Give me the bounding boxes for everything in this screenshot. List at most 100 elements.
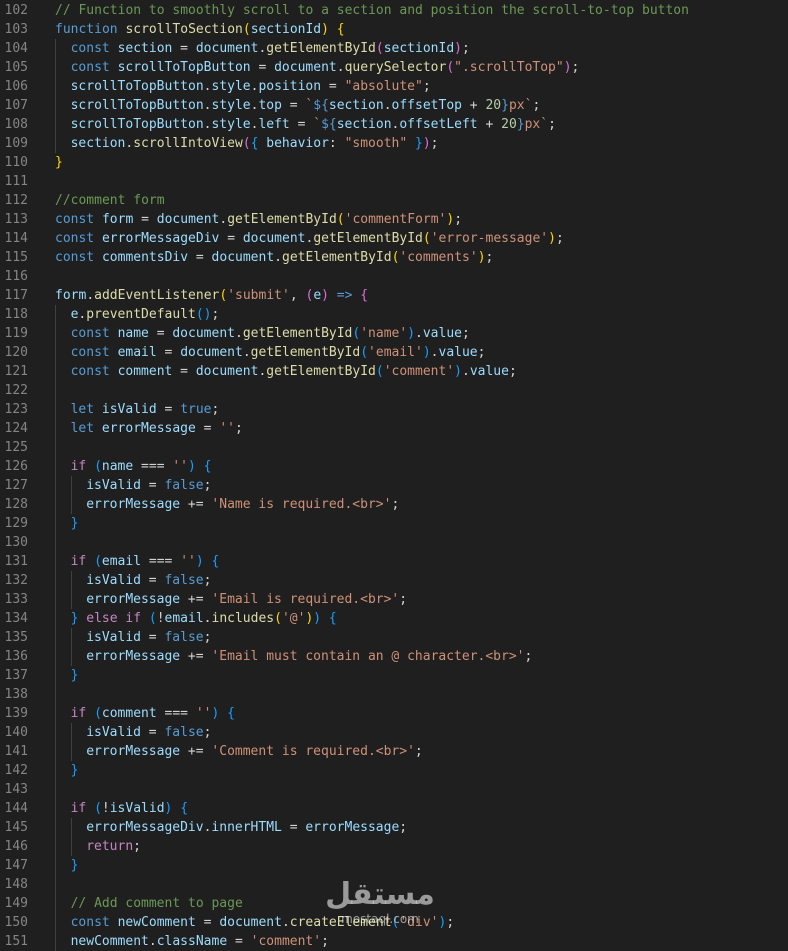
code-token: ; — [234, 421, 243, 436]
code-line[interactable]: 120 const email = document.getElementById… — [0, 343, 788, 362]
code-line[interactable]: 145 errorMessageDiv.innerHTML = errorMess… — [0, 818, 788, 837]
code-line[interactable]: 102 // Function to smoothly scroll to a s… — [0, 1, 788, 20]
indent-guide — [55, 39, 56, 58]
code-text: newComment.className = 'comment'; — [71, 932, 329, 951]
code-line[interactable]: 106 scrollToTopButton.style.position = "a… — [0, 77, 788, 96]
code-line[interactable]: 142} — [0, 761, 788, 780]
code-token: ( — [242, 136, 251, 151]
code-token: = — [281, 820, 306, 835]
code-line[interactable]: 132 isValid = false; — [0, 571, 788, 590]
code-editor[interactable]: 102 // Function to smoothly scroll to a s… — [0, 0, 788, 951]
code-line[interactable]: 112 //comment form — [0, 191, 788, 210]
code-line[interactable]: 146 return; — [0, 837, 788, 856]
code-line[interactable]: 123 let isValid = true; — [0, 400, 788, 419]
code-line[interactable]: 125 — [0, 438, 788, 457]
code-token: if — [70, 554, 87, 569]
code-line[interactable]: 138 — [0, 685, 788, 704]
code-line[interactable]: 113 const form = document.getElementById(… — [0, 210, 788, 229]
code-token: 'Email is required.<br>' — [211, 592, 400, 607]
code-line[interactable]: 107 scrollToTopButton.style.top = `${sect… — [0, 96, 788, 115]
code-line[interactable]: 116 — [0, 267, 788, 286]
code-token: getElementById — [282, 250, 392, 265]
code-line[interactable]: 143 — [0, 780, 788, 799]
line-number: 122 — [4, 383, 28, 398]
code-line[interactable]: 144 if (!isValid) { — [0, 799, 788, 818]
code-token: left — [258, 117, 290, 132]
code-line[interactable]: 111 — [0, 172, 788, 191]
code-token: ; — [555, 231, 564, 246]
line-number: 117 — [4, 288, 28, 303]
code-line[interactable]: 131 if (email === '') { — [0, 552, 788, 571]
code-line[interactable]: 133 errorMessage += 'Email is required.<b… — [0, 590, 788, 609]
code-line[interactable]: 121 const comment = document. getElementBy… — [0, 362, 788, 381]
code-line[interactable]: 108 scrollToTopButton.style.left = `${sec… — [0, 115, 788, 134]
code-token: } — [70, 763, 79, 778]
code-token: ( — [94, 459, 102, 474]
code-text: scrollToTopButton.style.position = "abso… — [71, 77, 431, 96]
code-line[interactable]: 127 isValid = false; — [0, 476, 788, 495]
code-token: += — [180, 744, 212, 759]
code-token: . — [86, 288, 95, 303]
code-text: if (name === '') { — [71, 457, 212, 476]
code-token: '@' — [281, 611, 306, 626]
code-line[interactable]: 109 section.scrollIntoView({ behavior: "s… — [0, 134, 788, 153]
line-number: 142 — [4, 763, 28, 778]
code-token: '' — [195, 706, 212, 721]
code-line[interactable]: 114 const errorMessageDiv = document.getE… — [0, 229, 788, 248]
code-token: 'Comment is required.<br>' — [211, 744, 415, 759]
code-token: ) — [563, 60, 572, 75]
code-token: += — [180, 592, 212, 607]
code-line[interactable]: 110} — [0, 153, 788, 172]
indent-guide — [70, 571, 72, 590]
code-line[interactable]: 126 if (name === '') { — [0, 457, 788, 476]
code-line[interactable]: 119 const name = document.getElementById(… — [0, 324, 788, 343]
code-text: const scrollToTopButton = document.query… — [71, 58, 580, 77]
code-token: = — [227, 934, 251, 949]
code-token: = — [172, 41, 196, 56]
code-line[interactable]: 141 errorMessage += 'Comment is required.… — [0, 742, 788, 761]
code-line[interactable]: 115 const commentsDiv = document.getEleme… — [0, 248, 788, 267]
code-token: name — [101, 459, 134, 474]
code-token: } — [55, 155, 63, 170]
code-token: style — [211, 117, 251, 132]
code-text: isValid = false; — [86, 628, 211, 647]
code-line[interactable]: 135 isValid = false; — [0, 628, 788, 647]
code-line[interactable]: 124 let errorMessage = ''; — [0, 419, 788, 438]
code-line[interactable]: 117 form.addEventListener('submit', (e) =… — [0, 286, 788, 305]
code-token: behavior — [266, 136, 329, 151]
code-text: } — [71, 856, 79, 875]
code-token: ; — [211, 307, 220, 322]
line-number: 110 — [4, 155, 28, 170]
code-token: ; — [203, 725, 212, 740]
code-token: ) — [548, 231, 556, 246]
code-line[interactable]: 137} — [0, 666, 788, 685]
indent-guide — [70, 742, 72, 761]
code-line[interactable]: 118 e.preventDefault(); — [0, 305, 788, 324]
code-line[interactable]: 105 const scrollToTopButton = document.qu… — [0, 58, 788, 77]
code-token: ) — [321, 288, 329, 303]
code-line[interactable]: 147} — [0, 856, 788, 875]
code-line[interactable]: 136 errorMessage += 'Email must contain a… — [0, 647, 788, 666]
line-number: 131 — [4, 554, 28, 569]
code-line[interactable]: 130 — [0, 533, 788, 552]
code-token: === — [141, 554, 181, 569]
code-line[interactable]: 103 function scrollToSection(sectionId) { — [0, 20, 788, 39]
line-number: 143 — [4, 782, 28, 797]
code-line[interactable]: 122 — [0, 381, 788, 400]
code-text: errorMessage += 'Name is required.<br>'; — [86, 495, 399, 514]
code-token: 'name' — [360, 326, 408, 341]
code-line[interactable]: 140 isValid = false; — [0, 723, 788, 742]
code-token: = — [156, 402, 181, 417]
code-token: top — [258, 98, 282, 113]
code-line[interactable]: 139 if (comment === '') { — [0, 704, 788, 723]
code-line[interactable]: 128 errorMessage += 'Name is required.<br… — [0, 495, 788, 514]
code-token: ( — [94, 801, 102, 816]
code-line[interactable]: 134} else if (!email.includes('@')) { — [0, 609, 788, 628]
code-line[interactable]: 104 const section = document.getElementBy… — [0, 39, 788, 58]
code-token: } — [501, 98, 509, 113]
code-line[interactable]: 129} — [0, 514, 788, 533]
